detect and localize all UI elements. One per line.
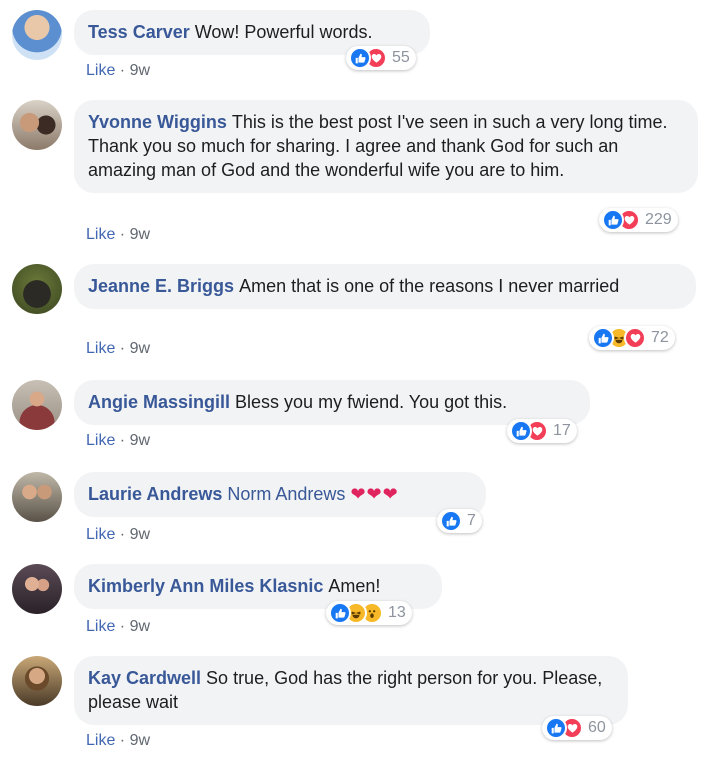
comment-bubble: Jeanne E. Briggs Amen that is one of the …	[74, 264, 696, 309]
timestamp[interactable]: 9w	[130, 62, 150, 79]
comment-bubble: Angie Massingill Bless you my fwiend. You…	[74, 380, 590, 425]
commenter-name[interactable]: Yvonne Wiggins	[88, 112, 227, 132]
commenter-name[interactable]: Kimberly Ann Miles Klasnic	[88, 576, 323, 596]
mention-link[interactable]: Norm Andrews	[227, 484, 345, 504]
avatar[interactable]	[12, 472, 62, 522]
thumbs-up-icon	[440, 510, 462, 532]
comment-text: Bless you my fwiend. You got this.	[235, 392, 508, 412]
like-link[interactable]: Like	[86, 62, 115, 79]
avatar[interactable]	[12, 564, 62, 614]
timestamp[interactable]: 9w	[130, 432, 150, 449]
thumbs-up-icon	[329, 602, 351, 624]
like-link[interactable]: Like	[86, 526, 115, 543]
reaction-count: 60	[588, 719, 606, 736]
reaction-count: 7	[467, 512, 476, 529]
like-link[interactable]: Like	[86, 732, 115, 749]
timestamp[interactable]: 9w	[130, 732, 150, 749]
thumbs-up-icon	[510, 420, 532, 442]
heart-emoji: ❤❤❤	[350, 484, 399, 504]
reaction-count: 55	[392, 49, 410, 66]
like-link[interactable]: Like	[86, 226, 115, 243]
reaction-summary[interactable]: 60	[542, 716, 612, 740]
comment-meta: Like · 9w	[86, 732, 151, 749]
reaction-summary[interactable]: 13	[326, 601, 412, 625]
comment-meta: Like · 9w	[86, 526, 151, 543]
like-link[interactable]: Like	[86, 340, 115, 357]
like-link[interactable]: Like	[86, 618, 115, 635]
comment-bubble: Yvonne Wiggins This is the best post I've…	[74, 100, 698, 193]
avatar[interactable]	[12, 100, 62, 150]
comment-bubble: Kay Cardwell So true, God has the right p…	[74, 656, 628, 725]
reaction-count: 17	[553, 422, 571, 439]
commenter-name[interactable]: Jeanne E. Briggs	[88, 276, 234, 296]
commenter-name[interactable]: Tess Carver	[88, 22, 190, 42]
reaction-count: 72	[651, 329, 669, 346]
reaction-count: 13	[388, 604, 406, 621]
comment-text: Wow! Powerful words.	[194, 22, 373, 42]
thumbs-up-icon	[592, 327, 614, 349]
thumbs-up-icon	[602, 209, 624, 231]
commenter-name[interactable]: Kay Cardwell	[88, 668, 201, 688]
avatar[interactable]	[12, 264, 62, 314]
reaction-summary[interactable]: 72	[589, 326, 675, 350]
reaction-summary[interactable]: 17	[507, 419, 577, 443]
comment-bubble: Laurie Andrews Norm Andrews ❤❤❤	[74, 472, 486, 517]
commenter-name[interactable]: Angie Massingill	[88, 392, 230, 412]
comment-text: Amen that is one of the reasons I never …	[239, 276, 620, 296]
heart-icon	[624, 327, 646, 349]
comment-meta: Like · 9w	[86, 226, 151, 243]
reaction-summary[interactable]: 55	[346, 46, 416, 70]
comment-text: Amen!	[328, 576, 381, 596]
timestamp[interactable]: 9w	[130, 340, 150, 357]
commenter-name[interactable]: Laurie Andrews	[88, 484, 222, 504]
reaction-summary[interactable]: 7	[437, 509, 482, 533]
comment-meta: Like · 9w	[86, 432, 151, 449]
reaction-count: 229	[645, 211, 672, 228]
comment-meta: Like · 9w	[86, 340, 151, 357]
comment-meta: Like · 9w	[86, 62, 151, 79]
thumbs-up-icon	[349, 47, 371, 69]
like-link[interactable]: Like	[86, 432, 115, 449]
thumbs-up-icon	[545, 717, 567, 739]
comment-meta: Like · 9w	[86, 618, 151, 635]
timestamp[interactable]: 9w	[130, 618, 150, 635]
timestamp[interactable]: 9w	[130, 226, 150, 243]
timestamp[interactable]: 9w	[130, 526, 150, 543]
reaction-summary[interactable]: 229	[599, 208, 678, 232]
avatar[interactable]	[12, 656, 62, 706]
avatar[interactable]	[12, 10, 62, 60]
avatar[interactable]	[12, 380, 62, 430]
